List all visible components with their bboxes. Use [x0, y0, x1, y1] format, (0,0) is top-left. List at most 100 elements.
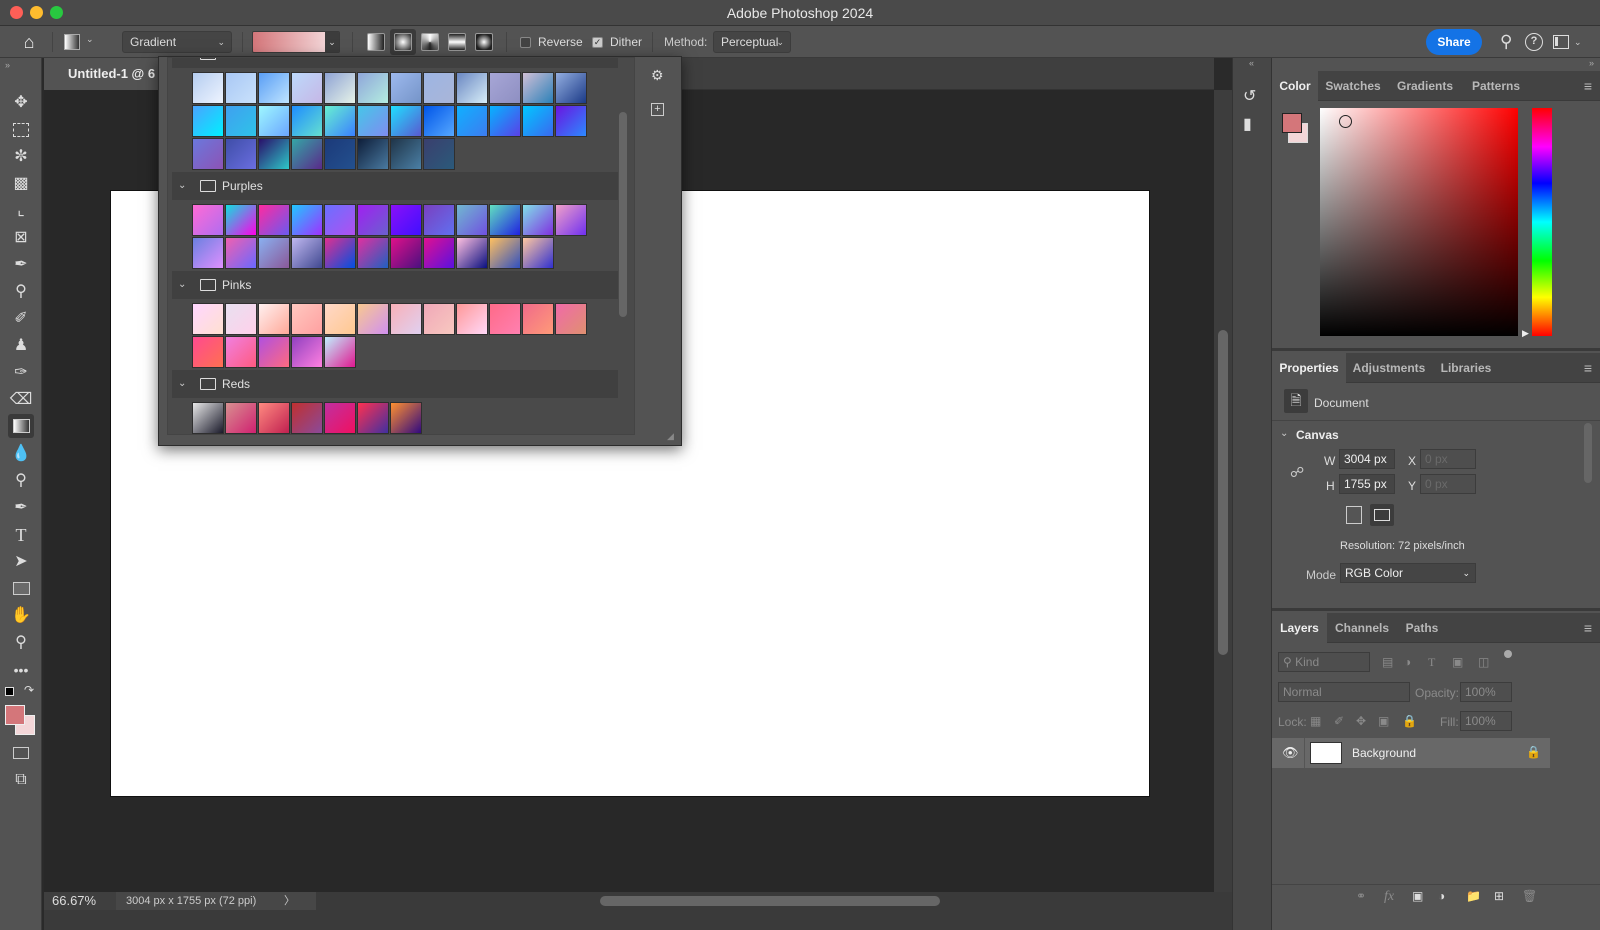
gradient-swatch[interactable]: [225, 138, 257, 170]
hue-slider-handle[interactable]: ▶: [1522, 328, 1529, 339]
eyedropper-tool-icon[interactable]: ✒: [8, 253, 34, 277]
crop-tool-icon[interactable]: ⌞: [8, 199, 34, 223]
filter-toggle[interactable]: [1504, 650, 1512, 658]
gradient-swatch[interactable]: [357, 237, 389, 269]
rectangle-tool-icon[interactable]: [8, 577, 34, 601]
gradient-swatch[interactable]: [258, 72, 290, 104]
gradient-tool-icon[interactable]: [8, 414, 34, 438]
gradient-swatch[interactable]: [324, 237, 356, 269]
gradient-swatch[interactable]: [456, 72, 488, 104]
layer-name[interactable]: Background: [1352, 746, 1416, 760]
link-dimensions-icon[interactable]: ☍: [1290, 464, 1304, 481]
gradient-swatch[interactable]: [390, 237, 422, 269]
dither-checkbox[interactable]: ✓: [592, 37, 603, 48]
gradient-swatch[interactable]: [357, 303, 389, 335]
panel-menu-icon[interactable]: ≡: [1584, 71, 1592, 101]
gradient-swatch[interactable]: [390, 138, 422, 170]
hand-tool-icon[interactable]: ✋: [8, 604, 34, 628]
opacity-input[interactable]: 100%: [1460, 682, 1512, 702]
gradient-swatch[interactable]: [423, 303, 455, 335]
properties-scroll-thumb[interactable]: [1584, 423, 1592, 483]
foreground-color-swatch[interactable]: [1282, 113, 1302, 133]
gradient-swatch[interactable]: [390, 105, 422, 137]
gradient-swatch[interactable]: [225, 402, 257, 434]
fx-icon[interactable]: fx: [1384, 889, 1394, 905]
chevron-down-icon[interactable]: ⌄: [1574, 31, 1582, 53]
panel-menu-icon[interactable]: ≡: [1584, 353, 1592, 383]
move-tool-icon[interactable]: ✥: [8, 91, 34, 115]
gradient-swatch[interactable]: [555, 72, 587, 104]
adjustment-icon[interactable]: ◑: [1438, 889, 1445, 903]
gradient-swatch[interactable]: [555, 204, 587, 236]
gradient-swatch[interactable]: [423, 204, 455, 236]
gradient-swatch[interactable]: [390, 402, 422, 434]
gradient-swatch[interactable]: [225, 303, 257, 335]
gradient-swatch[interactable]: [291, 204, 323, 236]
gradient-swatch[interactable]: [324, 105, 356, 137]
vertical-scrollbar[interactable]: [1214, 90, 1232, 892]
type-tool-icon[interactable]: T: [8, 523, 34, 547]
gradient-swatch[interactable]: [555, 105, 587, 137]
foreground-color-swatch[interactable]: [5, 705, 25, 725]
marquee-tool-icon[interactable]: [8, 118, 34, 142]
swap-colors-icon[interactable]: ↷: [24, 683, 34, 697]
chevron-down-icon[interactable]: ⌄: [1280, 428, 1288, 439]
pen-tool-icon[interactable]: ✒: [8, 496, 34, 520]
fill-input[interactable]: 100%: [1460, 711, 1512, 731]
reverse-checkbox[interactable]: [520, 37, 531, 48]
diamond-gradient-button[interactable]: [475, 33, 493, 51]
gradient-swatch[interactable]: [522, 204, 554, 236]
canvas-x-input[interactable]: 0 px: [1420, 449, 1476, 469]
frame-tool-icon[interactable]: ⊠: [8, 226, 34, 250]
minimize-window-button[interactable]: [30, 6, 43, 19]
canvas-section-title[interactable]: Canvas: [1296, 428, 1339, 442]
angle-gradient-button[interactable]: [421, 33, 439, 51]
gradient-swatch[interactable]: [225, 72, 257, 104]
tab-patterns[interactable]: Patterns: [1462, 71, 1530, 101]
history-icon[interactable]: ↺: [1243, 86, 1256, 106]
gradient-swatch[interactable]: [423, 237, 455, 269]
gradient-swatch[interactable]: [258, 336, 290, 368]
gradient-swatch[interactable]: [456, 237, 488, 269]
reflected-gradient-button[interactable]: [448, 33, 466, 51]
tab-layers[interactable]: Layers: [1272, 613, 1327, 643]
gradient-swatch[interactable]: [192, 204, 224, 236]
zoom-level[interactable]: 66.67%: [44, 892, 116, 910]
new-layer-icon[interactable]: ⊞: [1494, 889, 1504, 903]
gradient-swatch[interactable]: [456, 204, 488, 236]
gradient-swatch[interactable]: [423, 138, 455, 170]
gradient-preview-picker[interactable]: ⌄: [252, 31, 340, 53]
quick-mask-icon[interactable]: [8, 741, 34, 765]
gradient-swatch[interactable]: [522, 72, 554, 104]
healing-brush-tool-icon[interactable]: ⚲: [8, 280, 34, 304]
share-button[interactable]: Share: [1426, 29, 1482, 55]
link-icon[interactable]: ⚭: [1356, 889, 1366, 903]
blur-tool-icon[interactable]: 💧: [8, 442, 34, 466]
horizontal-scroll-thumb[interactable]: [600, 896, 940, 906]
gradient-swatch[interactable]: [291, 303, 323, 335]
gradient-preset-list[interactable]: ⌄ Blues ⌄ Purples ⌄ Pinks ⌄ Reds: [167, 57, 635, 435]
layer-lock-icon[interactable]: 🔒: [1526, 745, 1541, 759]
object-selection-tool-icon[interactable]: ▩: [8, 172, 34, 196]
color-mode-select[interactable]: RGB Color ⌄: [1340, 563, 1476, 583]
document-info[interactable]: 3004 px x 1755 px (72 ppi) 〉: [116, 892, 316, 910]
panel-menu-icon[interactable]: ≡: [1584, 613, 1592, 643]
canvas-height-input[interactable]: 1755 px: [1339, 474, 1395, 494]
gradient-swatch[interactable]: [423, 105, 455, 137]
zoom-window-button[interactable]: [50, 6, 63, 19]
radial-gradient-button[interactable]: [394, 33, 412, 51]
layer-filter-select[interactable]: ⚲ Kind: [1278, 652, 1370, 672]
gradient-swatch[interactable]: [324, 303, 356, 335]
gradient-swatch[interactable]: [258, 402, 290, 434]
gradient-swatch[interactable]: [522, 105, 554, 137]
gradient-swatch[interactable]: [291, 105, 323, 137]
lock-position-icon[interactable]: ✥: [1356, 714, 1366, 728]
gradient-swatch[interactable]: [258, 105, 290, 137]
tab-paths[interactable]: Paths: [1397, 613, 1447, 643]
gradient-mode-select[interactable]: Gradient ⌄: [122, 31, 232, 53]
collapse-panels-icon[interactable]: «: [1249, 58, 1254, 68]
tab-channels[interactable]: Channels: [1327, 613, 1397, 643]
gradient-swatch[interactable]: [357, 402, 389, 434]
tab-swatches[interactable]: Swatches: [1318, 71, 1388, 101]
gradient-swatch[interactable]: [225, 336, 257, 368]
